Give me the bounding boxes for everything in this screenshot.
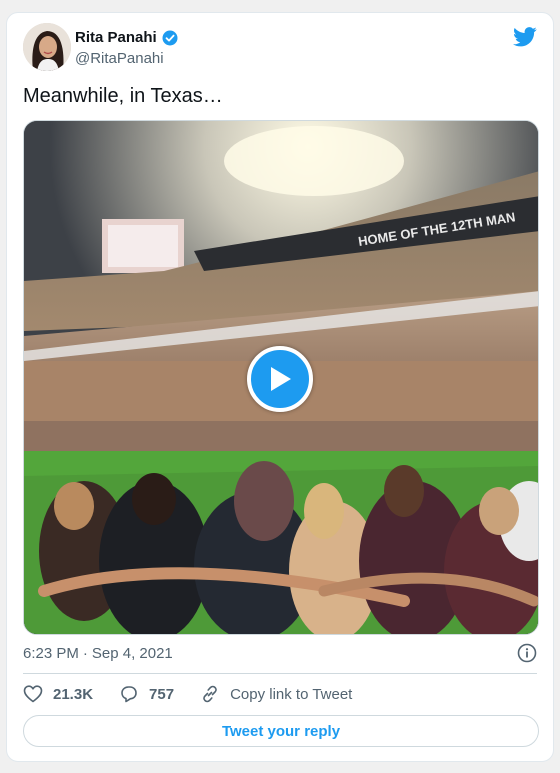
tweet-timestamp[interactable]: 6:23 PM · Sep 4, 2021 — [23, 645, 173, 662]
tweet-date: Sep 4, 2021 — [91, 645, 173, 662]
reply-action-button[interactable]: 757 — [119, 684, 174, 704]
copy-link-button[interactable]: Copy link to Tweet — [200, 684, 352, 704]
like-button[interactable]: 21.3K — [23, 684, 93, 704]
tweet-card: Rita Panahi @RitaPanahi Meanwhile, in Te… — [6, 12, 554, 762]
like-count: 21.3K — [53, 685, 94, 703]
play-icon — [271, 367, 291, 391]
tweet-time: 6:23 PM — [23, 645, 79, 662]
video-player[interactable]: HOME OF THE 12TH MAN — [23, 120, 539, 635]
twitter-bird-icon[interactable] — [513, 27, 537, 47]
tweet-reply-button[interactable]: Tweet your reply — [23, 715, 539, 747]
heart-icon — [23, 685, 43, 703]
comment-icon — [121, 686, 137, 703]
verified-badge-icon — [162, 30, 178, 46]
avatar[interactable] — [23, 23, 71, 71]
tweet-text: Meanwhile, in Texas… — [23, 85, 223, 107]
info-icon[interactable] — [517, 643, 537, 663]
link-icon — [203, 685, 217, 703]
author-row: Rita Panahi — [75, 29, 178, 46]
author-handle[interactable]: @RitaPanahi — [75, 50, 164, 67]
tweet-actions: 21.3K 757 Copy link to Tweet — [23, 684, 378, 704]
divider — [23, 673, 537, 674]
reply-count: 757 — [149, 685, 175, 703]
timestamp-separator: · — [82, 645, 88, 662]
author-display-name[interactable]: Rita Panahi — [75, 29, 157, 46]
play-button[interactable] — [247, 346, 313, 412]
copy-link-label: Copy link to Tweet — [230, 685, 353, 703]
